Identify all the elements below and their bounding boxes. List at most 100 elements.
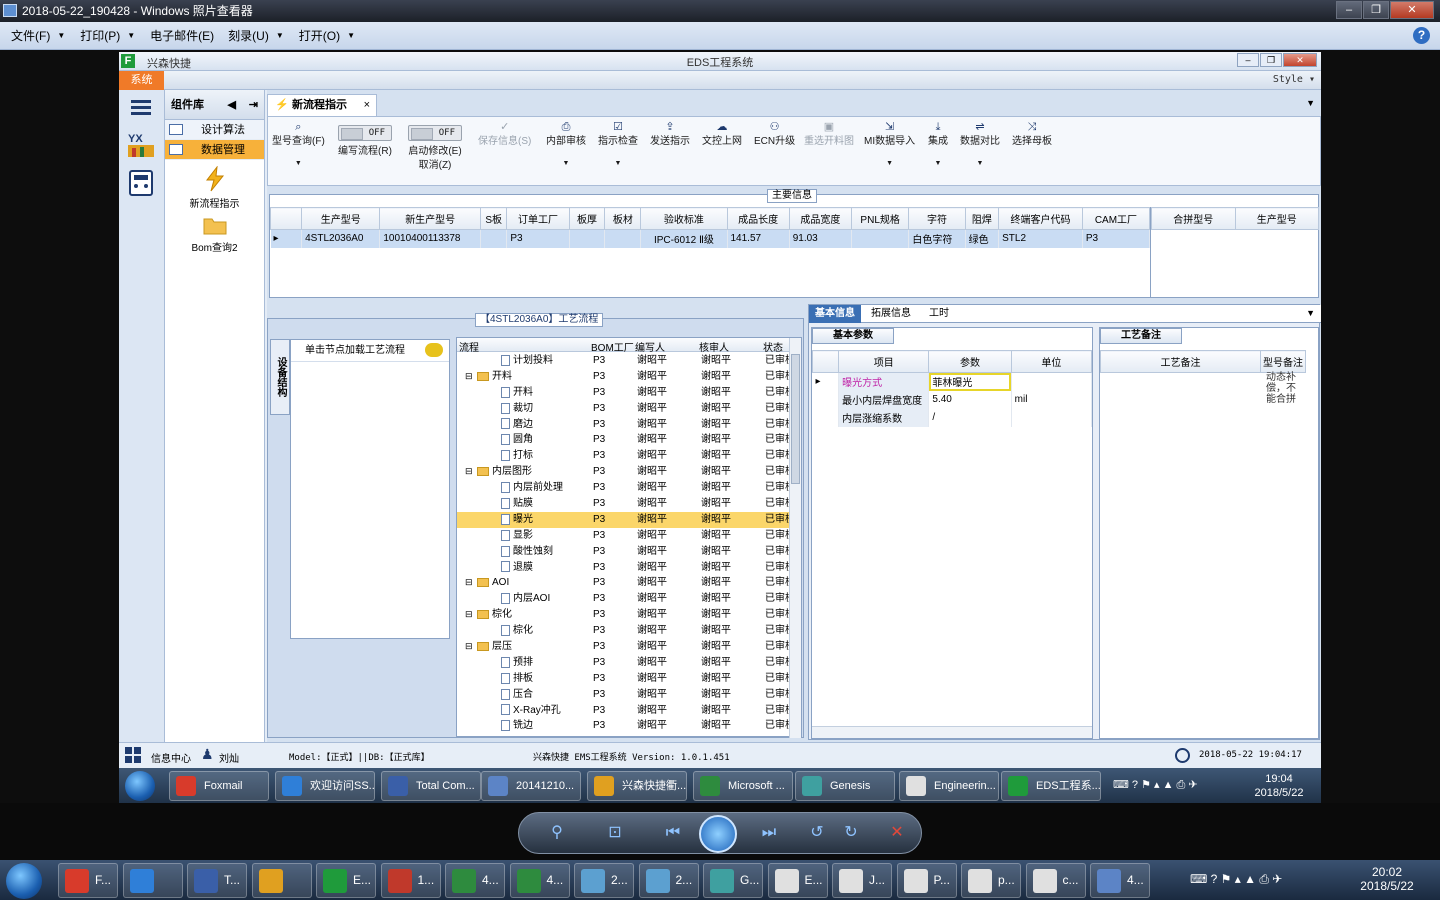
zoom-icon[interactable]: ⚲	[545, 822, 569, 844]
outer-taskbar-item-4[interactable]: E...	[316, 863, 376, 898]
next-icon[interactable]: ⏭	[757, 822, 781, 844]
minimize-button[interactable]: –	[1336, 1, 1362, 19]
tree-row[interactable]: X-Ray冲孔 P3 谢昭平 谢昭平 已审核	[457, 703, 789, 719]
tree-row[interactable]: 打标 P3 谢昭平 谢昭平 已审核	[457, 448, 789, 464]
inner-taskbar-item-3[interactable]: 20141210...	[481, 771, 581, 801]
tree-row[interactable]: 压合 P3 谢昭平 谢昭平 已审核	[457, 687, 789, 703]
outer-start-button[interactable]	[6, 863, 42, 899]
detail-tab-1[interactable]: 拓展信息	[865, 305, 917, 323]
column-header[interactable]: 成品长度	[726, 207, 790, 230]
help-icon[interactable]: ?	[1413, 27, 1430, 44]
detail-dropdown-icon[interactable]: ▼	[1306, 308, 1315, 318]
toolbar-button-9[interactable]: ▣ 重选开料图	[804, 121, 854, 149]
column-header[interactable]: 阻焊	[964, 207, 1000, 230]
toggle-switch[interactable]: OFF	[338, 125, 392, 141]
column-header[interactable]: 工艺备注	[1100, 350, 1261, 373]
close-button[interactable]: ✕	[1390, 1, 1434, 19]
param-value[interactable]: 5.40	[928, 390, 1012, 409]
collapse-icon[interactable]: ⊟	[465, 575, 473, 591]
toolbar-button-10[interactable]: ⇲ MI数据导入 ▼	[864, 121, 915, 171]
dropdown-arrow-icon[interactable]: ▼	[598, 157, 638, 171]
tray-icons[interactable]: ⌨ ? ⚑ ▴ ▲ ⎙ ✈	[1113, 778, 1198, 792]
hamburger-icon[interactable]	[131, 100, 151, 116]
cell[interactable]	[851, 229, 910, 248]
tree-row[interactable]: 显影 P3 谢昭平 谢昭平 已审核	[457, 528, 789, 544]
column-header[interactable]: 订单工厂	[506, 207, 570, 230]
cell[interactable]: 141.57	[727, 229, 790, 248]
inner-taskbar-item-4[interactable]: 兴森快捷衢...	[587, 771, 687, 801]
outer-taskbar-item-15[interactable]: c...	[1025, 863, 1086, 898]
rotate-right-icon[interactable]: ↻	[839, 822, 863, 844]
toggle-switch[interactable]: OFF	[408, 125, 462, 141]
column-header[interactable]: 字符	[908, 207, 966, 230]
outer-taskbar-item-11[interactable]: E...	[767, 863, 828, 898]
tree-row[interactable]: 开料 ⊟ P3 谢昭平 谢昭平 已审核	[457, 369, 789, 385]
column-header[interactable]: 单位	[1010, 350, 1093, 373]
column-header[interactable]: BOM工厂	[591, 339, 634, 354]
pin-icon[interactable]: ⇥	[249, 90, 258, 120]
rotate-left-icon[interactable]: ↺	[805, 822, 829, 844]
outer-taskbar-item-10[interactable]: G...	[703, 863, 763, 898]
toolbar-button-4[interactable]: ⎙ 内部审核 ▼	[546, 121, 586, 171]
toolbar-button-6[interactable]: ⇪ 发送指示	[650, 121, 690, 149]
cell[interactable]: 10010400113378	[379, 229, 482, 248]
tree-row[interactable]: 贴膜 P3 谢昭平 谢昭平 已审核	[457, 496, 789, 512]
params-h-scrollbar[interactable]	[812, 726, 1092, 738]
info-center[interactable]: 信息中心	[151, 750, 191, 765]
side-tab-equipment[interactable]: 设备结构	[270, 339, 290, 415]
tree-row[interactable]: 磨边 P3 谢昭平 谢昭平 已审核	[457, 417, 789, 433]
outer-tray-icons[interactable]: ⌨ ? ⚑ ▴ ▲ ⎙ ✈	[1190, 872, 1282, 887]
maximize-button[interactable]: ❐	[1363, 1, 1389, 19]
column-header[interactable]: 生产型号	[1234, 207, 1319, 230]
column-header[interactable]: 流程	[459, 339, 479, 354]
column-header[interactable]: 成品宽度	[788, 207, 852, 230]
outer-taskbar-item-5[interactable]: 1...	[380, 863, 441, 898]
previous-icon[interactable]: ⏮	[661, 822, 685, 844]
cell[interactable]	[569, 229, 606, 248]
style-menu[interactable]: Style	[1273, 74, 1303, 85]
menu-open[interactable]: 打开(O)	[292, 27, 347, 44]
cell[interactable]: 91.03	[789, 229, 852, 248]
column-header[interactable]: PNL规格	[850, 207, 910, 230]
eds-close-button[interactable]: ✕	[1283, 53, 1317, 67]
cell[interactable]	[480, 229, 508, 248]
tree-row[interactable]: 内层图形 ⊟ P3 谢昭平 谢昭平 已审核	[457, 464, 789, 480]
column-header[interactable]: 验收标准	[640, 207, 728, 230]
tree-row[interactable]: 棕化 ⊟ P3 谢昭平 谢昭平 已审核	[457, 607, 789, 623]
param-value[interactable]: /	[928, 408, 1012, 427]
collapse-icon[interactable]: ⊟	[465, 607, 473, 623]
column-header[interactable]: 新生产型号	[379, 207, 482, 230]
table-row[interactable]: 内层涨缩系数 /	[812, 408, 1093, 427]
system-tab[interactable]: 系统	[119, 71, 164, 90]
collapse-icon[interactable]: ⊟	[465, 369, 473, 385]
table-row[interactable]: ▸ 4STL2036A0 10010400113378 P3 IPC-6012 Ⅱ级 14…	[270, 229, 1151, 248]
toolbar-button-0[interactable]: ⌕ 型号查询(F) ▼	[272, 121, 325, 171]
tree-row[interactable]: 内层AOI P3 谢昭平 谢昭平 已审核	[457, 591, 789, 607]
tree-row[interactable]: AOI ⊟ P3 谢昭平 谢昭平 已审核	[457, 575, 789, 591]
table-row[interactable]: ▸ 曝光方式 菲林曝光	[812, 372, 1093, 391]
cell[interactable]: P3	[506, 229, 570, 248]
cell[interactable]	[604, 229, 642, 248]
column-header[interactable]: 核审人	[699, 339, 729, 354]
eds-minimize-button[interactable]: –	[1237, 53, 1259, 67]
tab-dropdown-icon[interactable]: ▼	[1306, 98, 1315, 108]
tree-row[interactable]: 开料 P3 谢昭平 谢昭平 已审核	[457, 385, 789, 401]
menu-email[interactable]: 电子邮件(E)	[143, 27, 221, 44]
collapse-icon[interactable]: ⊟	[465, 464, 473, 480]
outer-taskbar-item-9[interactable]: 2...	[638, 863, 699, 898]
tile-new-process[interactable]: 新流程指示	[165, 160, 264, 210]
inner-taskbar-item-0[interactable]: Foxmail	[169, 771, 269, 801]
inner-start-button[interactable]	[125, 771, 155, 801]
outer-taskbar-item-0[interactable]: F...	[58, 863, 118, 898]
comment-icon[interactable]	[425, 343, 443, 357]
dropdown-arrow-icon[interactable]: ▼	[546, 157, 586, 171]
dropdown-arrow-icon[interactable]: ▼	[864, 157, 915, 171]
column-header[interactable]: 合拼型号	[1151, 207, 1236, 230]
column-header[interactable]: 终端客户代码	[998, 207, 1083, 230]
detail-tab-0[interactable]: 基本信息	[809, 305, 861, 323]
inner-taskbar-item-5[interactable]: Microsoft ...	[693, 771, 793, 801]
toolbar-button-11[interactable]: ⤓ 集成 ▼	[928, 121, 948, 171]
cell[interactable]: P3	[1082, 229, 1151, 248]
inner-taskbar-item-7[interactable]: Engineerin...	[899, 771, 999, 801]
toolbar-button-2[interactable]: OFF 启动修改(E) 取消(Z)	[408, 125, 462, 173]
